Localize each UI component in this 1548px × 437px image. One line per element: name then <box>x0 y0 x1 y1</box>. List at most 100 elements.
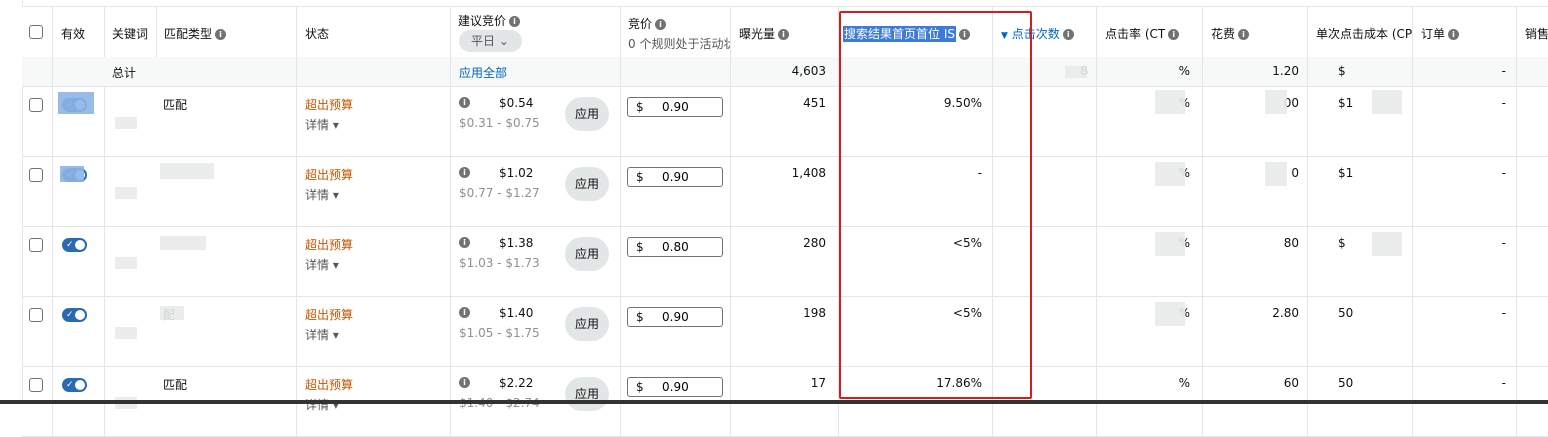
totals-spend: 1.20 <box>1272 64 1299 78</box>
bid-input[interactable] <box>656 239 722 255</box>
suggested-bid-value: $1.38 <box>499 236 534 250</box>
orders-value: - <box>1501 306 1506 320</box>
blurred-match-type <box>160 236 206 250</box>
col-effective[interactable]: 有效 <box>61 25 85 42</box>
bid-input[interactable] <box>656 169 722 185</box>
impressions-value: 280 <box>803 236 826 250</box>
apply-all-link[interactable]: 应用全部 <box>459 64 507 81</box>
impressions-value: 17 <box>810 376 826 390</box>
bid-input-box[interactable]: $ <box>627 97 723 117</box>
orders-value: - <box>1501 166 1506 180</box>
cpc-value: 50 <box>1338 376 1354 390</box>
spend-value: 0 <box>1291 166 1299 180</box>
row-checkbox[interactable] <box>29 168 43 182</box>
bid-input[interactable] <box>656 99 722 115</box>
check-icon: ✓ <box>66 310 74 320</box>
table-row: ✓ 匹配 超出预算 详情 ▾ i $0.54 $0.31 - $0.75 应用 … <box>22 87 1548 157</box>
bottom-edge <box>0 400 1548 404</box>
bid-input-box[interactable]: $ <box>627 377 723 397</box>
apply-bid-button[interactable]: 应用 <box>565 307 609 341</box>
col-suggested-bid[interactable]: 建议竞价 i <box>458 12 521 29</box>
caret-down-icon: ▾ <box>329 328 339 342</box>
bid-input-box[interactable]: $ <box>627 167 723 187</box>
table-row: ✓ 超出预算 详情 ▾ i $1.02 $0.77 - $1.27 应用 $ 1… <box>22 157 1548 227</box>
enable-toggle[interactable]: ✓ <box>62 238 87 252</box>
bid-rules-link[interactable]: 0 个规则处于活动状 <box>628 35 730 52</box>
info-icon[interactable]: i <box>459 97 470 108</box>
info-icon[interactable]: i <box>459 167 470 178</box>
select-all-checkbox[interactable] <box>29 25 43 39</box>
col-keyword[interactable]: 关键词 <box>112 25 148 42</box>
apply-bid-button[interactable]: 应用 <box>565 377 609 411</box>
row-checkbox[interactable] <box>29 378 43 392</box>
info-icon[interactable]: i <box>1062 29 1074 40</box>
row-checkbox[interactable] <box>29 98 43 112</box>
check-icon: ✓ <box>66 240 74 250</box>
col-orders[interactable]: 订单 i <box>1421 25 1460 42</box>
info-icon[interactable]: i <box>1238 29 1250 40</box>
col-bid[interactable]: 竞价 i <box>628 15 667 32</box>
status-details-link[interactable]: 详情 ▾ <box>305 116 339 133</box>
info-icon[interactable]: i <box>459 237 470 248</box>
blurred-clicks <box>1065 66 1087 78</box>
status-over-budget: 超出预算 <box>305 168 354 182</box>
caret-down-icon: ▾ <box>329 258 339 272</box>
row-checkbox[interactable] <box>29 308 43 322</box>
status-details-link[interactable]: 详情 ▾ <box>305 396 339 413</box>
blurred-ctr <box>1155 232 1185 256</box>
top-of-search-is-value: <5% <box>952 236 982 250</box>
col-status[interactable]: 状态 <box>305 25 329 42</box>
caret-down-icon: ▾ <box>329 188 339 202</box>
info-icon[interactable]: i <box>509 16 521 27</box>
blurred-match-type <box>160 306 184 320</box>
apply-bid-button[interactable]: 应用 <box>565 237 609 271</box>
blurred-toggle-area <box>60 166 84 182</box>
bid-input[interactable] <box>656 379 722 395</box>
suggested-bid-mode-dropdown[interactable]: 平日 ⌄ <box>459 30 522 52</box>
col-sales[interactable]: 销售 <box>1525 25 1548 42</box>
col-impressions[interactable]: 曝光量 i <box>739 25 790 42</box>
status-details-link[interactable]: 详情 ▾ <box>305 326 339 343</box>
currency-symbol: $ <box>636 380 644 394</box>
orders-value: - <box>1501 376 1506 390</box>
match-type-text: 匹配 <box>163 98 188 112</box>
blurred-match-type <box>160 163 214 179</box>
check-icon: ✓ <box>66 380 74 390</box>
info-icon[interactable]: i <box>459 307 470 318</box>
info-icon[interactable]: i <box>655 19 667 30</box>
bid-input-box[interactable]: $ <box>627 237 723 257</box>
top-of-search-is-value: 17.86% <box>936 376 982 390</box>
status-details-link[interactable]: 详情 ▾ <box>305 256 339 273</box>
col-spend[interactable]: 花费 i <box>1211 25 1250 42</box>
info-icon[interactable]: i <box>1168 29 1180 40</box>
orders-value: - <box>1501 236 1506 250</box>
totals-label: 总计 <box>112 66 137 80</box>
bid-input-box[interactable]: $ <box>627 307 723 327</box>
status-details-link[interactable]: 详情 ▾ <box>305 186 339 203</box>
top-of-search-is-value: - <box>977 166 982 180</box>
info-icon[interactable]: i <box>1448 29 1460 40</box>
apply-bid-button[interactable]: 应用 <box>565 97 609 131</box>
suggested-bid-value: $1.02 <box>499 166 534 180</box>
col-top-of-search-is[interactable]: 搜索结果首页首位 IS i <box>843 25 970 42</box>
status-over-budget: 超出预算 <box>305 98 354 112</box>
match-type-text: 匹配 <box>163 378 188 392</box>
bid-input[interactable] <box>656 309 722 325</box>
suggested-bid-range: $0.77 - $1.27 <box>459 186 540 200</box>
suggested-bid-range: $1.03 - $1.73 <box>459 256 540 270</box>
col-ctr[interactable]: 点击率 (CT i <box>1105 25 1180 42</box>
suggested-bid-value: $0.54 <box>499 96 534 110</box>
col-cpc[interactable]: 单次点击成本 (CPC <box>1316 25 1412 42</box>
enable-toggle[interactable]: ✓ <box>62 308 87 322</box>
apply-bid-button[interactable]: 应用 <box>565 167 609 201</box>
col-match-type[interactable]: 匹配类型 i <box>164 25 227 42</box>
info-icon[interactable]: i <box>958 29 970 40</box>
info-icon[interactable]: i <box>215 29 227 40</box>
blurred-ctr <box>1155 162 1185 186</box>
info-icon[interactable]: i <box>778 29 790 40</box>
row-checkbox[interactable] <box>29 238 43 252</box>
col-clicks-sorted[interactable]: ▼ 点击次数 i <box>1001 25 1074 42</box>
enable-toggle[interactable]: ✓ <box>62 378 87 392</box>
info-icon[interactable]: i <box>459 377 470 388</box>
table-row: ✓ 超出预算 详情 ▾ i $1.38 $1.03 - $1.73 应用 $ 2… <box>22 227 1548 297</box>
